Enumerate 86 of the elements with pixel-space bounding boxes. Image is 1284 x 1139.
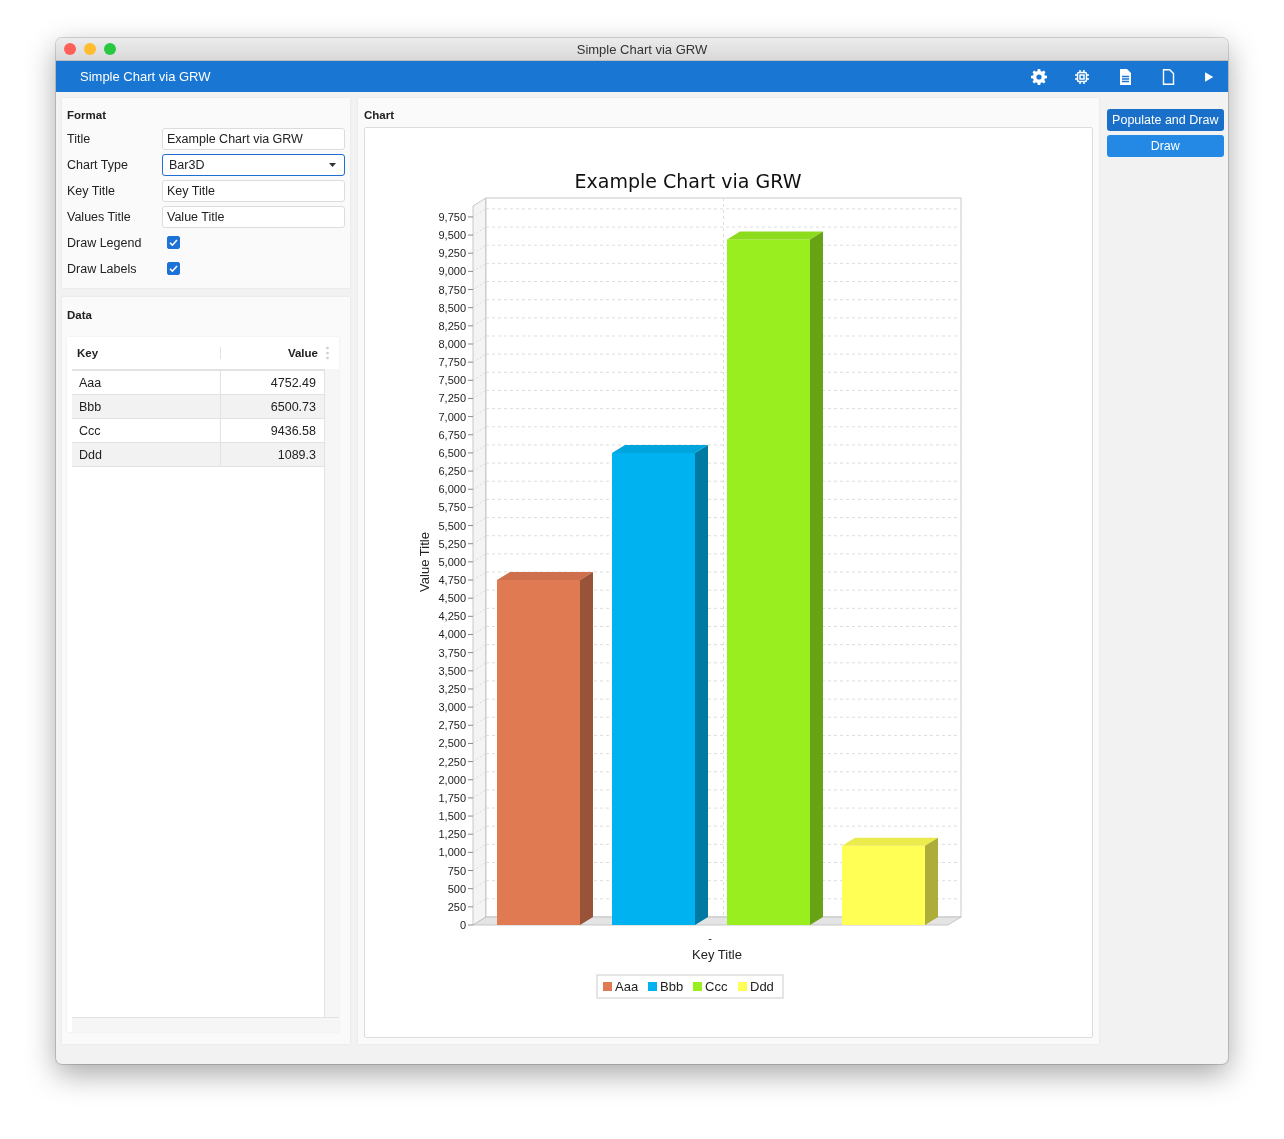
axis-tick-label: 3,000	[438, 701, 467, 714]
axis-tick-label: 9,500	[438, 229, 467, 242]
axis-tick-label: 250	[447, 900, 467, 913]
axis-tick-label: 8,500	[438, 301, 467, 314]
scrollbar-track[interactable]	[325, 369, 339, 1017]
axis-tick-label: 2,500	[438, 737, 467, 750]
table-cell: Ccc	[72, 419, 221, 442]
table-cell: Aaa	[72, 371, 221, 394]
table-cell-text: 1089.3	[276, 446, 317, 464]
blank-page-icon[interactable]	[1160, 68, 1176, 85]
axis-tick-label: 1,250	[438, 828, 467, 841]
axis-tick-label: 3,250	[438, 682, 467, 695]
axis-tick-label: 7,500	[438, 374, 467, 387]
table-cell-text: 6500.73	[269, 398, 317, 416]
field-label: Values Title	[67, 209, 132, 224]
legend-label: Aaa	[615, 979, 639, 994]
checkbox[interactable]	[167, 236, 180, 249]
axis-tick-label: 7,000	[438, 410, 467, 423]
text-field[interactable]: Key Title	[162, 179, 345, 202]
chart-type-dropdown[interactable]: Bar3D	[162, 153, 345, 176]
axis-tick-label: 7,750	[438, 356, 467, 369]
axis-tick-label: 1,000	[438, 846, 467, 859]
axis-tick-label: 4,250	[438, 610, 467, 623]
category-label: -	[708, 932, 713, 944]
axis-tick-label: 2,000	[438, 773, 467, 786]
axis-tick-label: 0	[460, 919, 467, 931]
axis-tick-label: 4,750	[438, 574, 467, 587]
axis-tick-label: 1,750	[438, 791, 467, 804]
close-button[interactable]	[64, 43, 76, 55]
x-axis-title: Key Title	[692, 947, 743, 962]
axis-tick-label: 2,250	[438, 755, 467, 768]
axis-tick-label: 3,750	[438, 646, 467, 659]
axis-tick-label: 3,500	[438, 664, 467, 677]
field-label: Chart Type	[67, 157, 129, 172]
chip-icon[interactable]	[1074, 68, 1090, 85]
axis-tick-label: 6,000	[438, 483, 467, 496]
text-field[interactable]: Example Chart via GRW	[162, 127, 345, 150]
field-label: Key Title	[67, 183, 116, 198]
action-button[interactable]: Draw	[1106, 135, 1224, 157]
axis-tick-label: 5,000	[438, 555, 467, 568]
checkbox[interactable]	[167, 262, 180, 275]
legend-label: Ddd	[750, 979, 775, 994]
action-button[interactable]: Populate and Draw	[1106, 109, 1224, 131]
axis-tick-label: 6,750	[438, 428, 467, 441]
column-header[interactable]: Value	[221, 347, 324, 359]
axis-tick-label: 1,500	[438, 810, 467, 823]
axis-tick-label: 7,250	[438, 392, 467, 405]
panel-heading: Data	[67, 309, 93, 321]
axis-tick-label: 6,250	[438, 465, 467, 478]
scrollbar-track[interactable]	[72, 1017, 339, 1032]
app-title: Simple Chart via GRW	[80, 69, 212, 84]
document-icon[interactable]	[1117, 68, 1133, 85]
axis-tick-label: 500	[447, 882, 467, 895]
y-axis-title: Value Title	[417, 532, 433, 592]
axis-tick-label: 8,000	[438, 338, 467, 350]
play-icon[interactable]	[1203, 70, 1214, 83]
axis-tick-label: 4,000	[438, 628, 467, 641]
table-cell-text: 9436.58	[269, 422, 317, 440]
axis-tick-label: 9,250	[438, 247, 467, 260]
field-label: Draw Labels	[67, 261, 138, 276]
panel-heading: Format	[67, 109, 107, 121]
text-field[interactable]: Value Title	[162, 205, 345, 228]
caret-icon	[329, 162, 336, 167]
legend-label: Bbb	[660, 979, 684, 994]
table-cell: Bbb	[72, 395, 221, 418]
axis-tick-label: 5,750	[438, 501, 467, 514]
table-cell: Ddd	[72, 443, 221, 466]
axis-tick-label: 2,750	[438, 719, 467, 732]
panel-heading: Chart	[364, 109, 396, 121]
field-label: Title	[67, 131, 92, 146]
chart-title: Example Chart via GRW	[574, 170, 802, 192]
settings-icon[interactable]	[1031, 68, 1047, 85]
window-title: Simple Chart via GRW	[576, 41, 708, 57]
axis-tick-label: 8,750	[438, 283, 467, 296]
axis-tick-label: 5,500	[438, 519, 467, 532]
field-label: Draw Legend	[67, 235, 143, 250]
table-cell-text: 4752.49	[269, 374, 317, 392]
axis-tick-label: 8,250	[438, 319, 467, 332]
axis-tick-label: 9,750	[438, 210, 467, 223]
legend-label: Ccc	[705, 979, 728, 994]
column-header[interactable]: Key	[72, 347, 221, 359]
axis-tick-label: 750	[447, 864, 467, 877]
axis-tick-label: 9,000	[438, 265, 467, 278]
axis-tick-label: 5,250	[438, 537, 467, 550]
axis-tick-label: 6,500	[438, 446, 467, 459]
axis-tick-label: 4,500	[438, 592, 467, 605]
